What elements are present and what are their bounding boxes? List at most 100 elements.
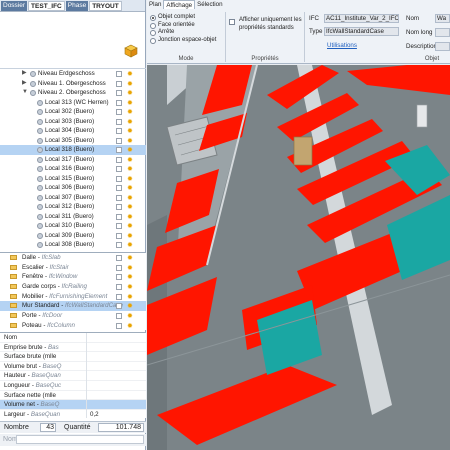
tree-item[interactable]: Local 318 (Buero) ✹ — [0, 145, 146, 155]
tree-item[interactable]: Local 311 (Buero) ✹ — [0, 212, 146, 222]
tree-item[interactable]: Local 313 (WC Herren) ✹ — [0, 98, 146, 108]
folder-icon — [10, 264, 17, 270]
visibility-checkbox[interactable] — [116, 232, 122, 239]
visibility-checkbox[interactable] — [116, 109, 122, 115]
type-field[interactable]: IfcWallStandardCase — [324, 27, 399, 36]
expander-icon[interactable]: ▶ — [22, 69, 27, 79]
tree-item-label: Niveau 1. Obergeschoss — [38, 79, 106, 87]
highlight-icon[interactable]: ✹ — [127, 241, 133, 250]
visibility-checkbox[interactable] — [116, 223, 122, 229]
tree-item[interactable]: Local 308 (Buero) ✹ — [0, 240, 146, 250]
property-row[interactable]: Emprise brute - Bas — [0, 342, 146, 353]
type-item[interactable]: Garde corps - IfcRailing ✹ — [0, 282, 146, 292]
type-item[interactable]: Mur Standard - IfcWallStandardCase ✹ — [0, 301, 146, 312]
nombre-field[interactable]: 43 — [40, 423, 56, 432]
type-item[interactable]: Dalle - IfcSlab ✹ — [0, 253, 146, 263]
name-filter-input[interactable] — [16, 435, 144, 444]
property-row[interactable]: Largeur - BaseQuan 0,2 — [0, 409, 146, 418]
tree-item[interactable]: Local 307 (Buero) ✹ — [0, 193, 146, 203]
tab-affichage[interactable]: Affichage — [163, 0, 196, 9]
door[interactable] — [293, 136, 313, 166]
tree-item[interactable]: Local 303 (Buero) ✹ — [0, 117, 146, 127]
tab-selection[interactable]: Sélection — [195, 0, 224, 9]
type-item[interactable]: Poteau - IfcColumn ✹ — [0, 321, 146, 330]
visibility-checkbox[interactable] — [116, 194, 122, 201]
mode-option-arrete[interactable]: Arrête — [149, 29, 223, 37]
nom-long-field[interactable] — [435, 28, 450, 37]
tree-item[interactable]: Local 317 (Buero) ✹ — [0, 155, 146, 165]
space-icon — [37, 118, 43, 125]
expander-icon[interactable]: ▶ — [22, 79, 27, 89]
property-row[interactable]: Hauteur - BaseQuan — [0, 371, 146, 381]
highlight-icon[interactable]: ✹ — [127, 322, 133, 330]
mode-option-face-orientee[interactable]: Face orientée — [149, 22, 223, 30]
visibility-checkbox[interactable] — [116, 293, 122, 300]
tree-item[interactable]: Local 302 (Buero) ✹ — [0, 107, 146, 117]
building-3d-view[interactable] — [147, 65, 450, 450]
visibility-checkbox[interactable] — [116, 80, 122, 87]
standard-props-checkbox[interactable] — [229, 19, 235, 25]
visibility-checkbox[interactable] — [116, 255, 122, 261]
type-item[interactable]: Porte - IfcDoor ✹ — [0, 311, 146, 321]
visibility-checkbox[interactable] — [116, 118, 122, 125]
3d-cube-icon[interactable] — [124, 44, 138, 58]
phase-field[interactable]: TRYOUT — [89, 0, 122, 11]
visibility-checkbox[interactable] — [116, 128, 122, 134]
visibility-checkbox[interactable] — [116, 322, 122, 329]
tree-item[interactable]: Local 310 (Buero) ✹ — [0, 221, 146, 231]
visibility-checkbox[interactable] — [116, 156, 122, 163]
expander-icon[interactable]: ▼ — [22, 88, 28, 98]
visibility-checkbox[interactable] — [116, 166, 122, 172]
property-row[interactable]: Volume brut - BaseQ — [0, 361, 146, 372]
visibility-checkbox[interactable] — [116, 274, 122, 281]
property-row[interactable]: Longueur - BaseQuc — [0, 380, 146, 391]
visibility-checkbox[interactable] — [116, 185, 122, 191]
tree-item[interactable]: Local 305 (Buero) ✹ — [0, 136, 146, 146]
property-name: Volume net — [4, 401, 35, 409]
mode-option-jonction[interactable]: Jonction espace-objet — [149, 37, 223, 45]
type-item[interactable]: Escalier - IfcStair ✹ — [0, 263, 146, 273]
tree-item[interactable]: Local 312 (Buero) ✹ — [0, 202, 146, 212]
quantite-field[interactable]: 101.748 — [98, 423, 144, 432]
visibility-checkbox[interactable] — [116, 204, 122, 210]
visibility-checkbox[interactable] — [116, 213, 122, 220]
visibility-checkbox[interactable] — [116, 284, 122, 291]
count-row: Nombre 43 Quantité 101.748 — [0, 421, 146, 433]
property-value[interactable]: 0,2 — [90, 410, 99, 418]
tab-plan[interactable]: Plan — [147, 0, 163, 9]
tree-item[interactable]: Local 316 (Buero) ✹ — [0, 164, 146, 174]
tree-item[interactable]: ▼ Niveau 2. Obergeschoss ✹ — [0, 88, 146, 98]
ifc-field[interactable]: AC11_Institute_Var_2_IFC@AC — [324, 14, 399, 23]
type-item[interactable]: Mobilier - IfcFurnishingElement ✹ — [0, 292, 146, 302]
tree-item[interactable]: ▶ Niveau 1. Obergeschoss ✹ — [0, 79, 146, 89]
visibility-checkbox[interactable] — [116, 99, 122, 106]
type-item[interactable]: Fenêtre - IfcWindow ✹ — [0, 272, 146, 282]
nom-field[interactable]: Wa — [435, 14, 450, 23]
tree-item[interactable]: Local 309 (Buero) ✹ — [0, 231, 146, 241]
visibility-checkbox[interactable] — [116, 147, 122, 153]
visibility-checkbox[interactable] — [116, 303, 122, 310]
dossier-field[interactable]: TEST_IFC — [28, 0, 65, 11]
mode-option-objet-complet[interactable]: Objet complet — [149, 14, 223, 22]
property-row[interactable]: Nom — [0, 333, 146, 343]
3d-viewport[interactable] — [147, 65, 450, 450]
description-field[interactable] — [435, 42, 450, 51]
visibility-checkbox[interactable] — [116, 137, 122, 144]
tree-item[interactable]: Local 315 (Buero) ✹ — [0, 174, 146, 184]
type-name: Poteau — [22, 321, 42, 329]
property-row[interactable]: Surface nette (mlle — [0, 390, 146, 401]
visibility-checkbox[interactable] — [116, 90, 122, 96]
window[interactable] — [416, 104, 428, 128]
visibility-checkbox[interactable] — [116, 242, 122, 248]
space-icon — [37, 194, 43, 201]
property-row[interactable]: Volume net - BaseQ — [0, 400, 146, 410]
tree-item[interactable]: Local 304 (Buero) ✹ — [0, 126, 146, 136]
visibility-checkbox[interactable] — [116, 71, 122, 77]
property-row[interactable]: Surface brute (mlle — [0, 352, 146, 362]
visibility-checkbox[interactable] — [116, 313, 122, 320]
tree-item[interactable]: Local 306 (Buero) ✹ — [0, 183, 146, 193]
visibility-checkbox[interactable] — [116, 175, 122, 182]
utilisations-link[interactable]: Utilisations — [327, 42, 357, 49]
tree-item[interactable]: ▶ Niveau Erdgeschoss ✹ — [0, 69, 146, 79]
visibility-checkbox[interactable] — [116, 264, 122, 271]
